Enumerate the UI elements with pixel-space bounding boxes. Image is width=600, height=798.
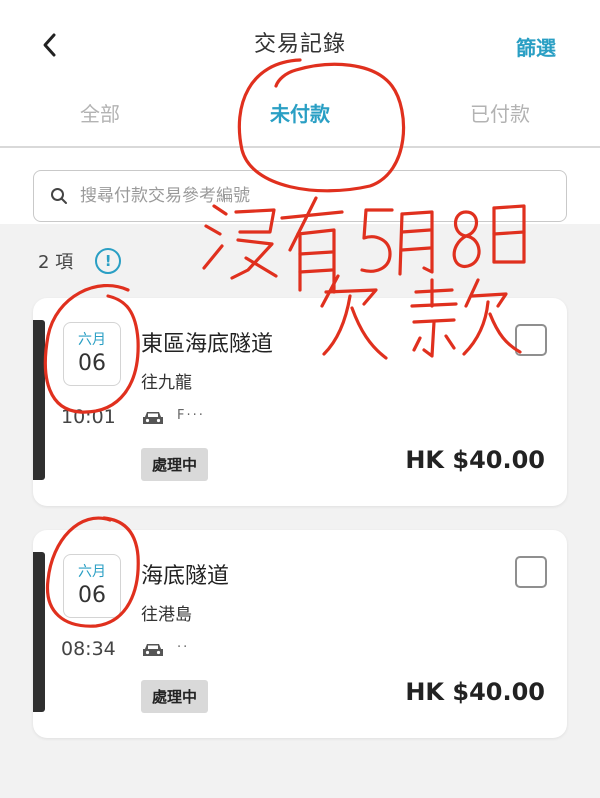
transaction-card[interactable]: 六月 06 08:34 海底隧道 往港島 ·· 處理中 HK $40.00 [33, 530, 567, 738]
card-status-bar [33, 552, 45, 712]
vehicle-plate: ·· [177, 640, 190, 655]
search-section [0, 148, 600, 224]
date-month: 六月 [78, 564, 106, 580]
transaction-time: 10:01 [61, 406, 116, 428]
car-icon [143, 412, 163, 424]
vehicle-plate: F··· [177, 408, 205, 423]
select-checkbox[interactable] [515, 556, 547, 588]
select-checkbox[interactable] [515, 324, 547, 356]
car-icon [143, 644, 163, 656]
transaction-card[interactable]: 六月 06 10:01 東區海底隧道 往九龍 F··· 處理中 HK $40.0… [33, 298, 567, 506]
date-badge: 六月 06 [63, 322, 121, 386]
tab-paid[interactable]: 已付款 [400, 80, 600, 148]
route-name: 東區海底隧道 [141, 332, 274, 357]
route-direction: 往港島 [141, 605, 192, 625]
route-direction: 往九龍 [141, 373, 192, 393]
tab-unpaid[interactable]: 未付款 [200, 80, 400, 150]
route-name: 海底隧道 [141, 564, 230, 589]
status-badge: 處理中 [141, 680, 209, 713]
status-badge: 處理中 [141, 448, 209, 481]
transaction-time: 08:34 [61, 638, 116, 660]
search-icon [51, 188, 67, 204]
tab-all[interactable]: 全部 [0, 80, 200, 148]
transaction-amount: HK $40.00 [405, 678, 545, 706]
date-badge: 六月 06 [63, 554, 121, 618]
card-status-bar [33, 320, 45, 480]
result-count-row: 2 項 ! [38, 246, 122, 276]
tab-bar: 全部 未付款 已付款 [0, 80, 600, 150]
info-icon[interactable]: ! [95, 248, 122, 274]
search-input[interactable] [80, 186, 520, 206]
date-day: 06 [78, 583, 106, 608]
app-header: 交易記錄 篩選 全部 未付款 已付款 [0, 0, 600, 150]
result-count: 2 項 [38, 252, 74, 273]
filter-button[interactable]: 篩選 [516, 32, 556, 61]
search-box [33, 170, 567, 222]
date-day: 06 [78, 351, 106, 376]
transaction-amount: HK $40.00 [405, 446, 545, 474]
date-month: 六月 [78, 332, 106, 348]
page-title: 交易記錄 [253, 32, 346, 57]
